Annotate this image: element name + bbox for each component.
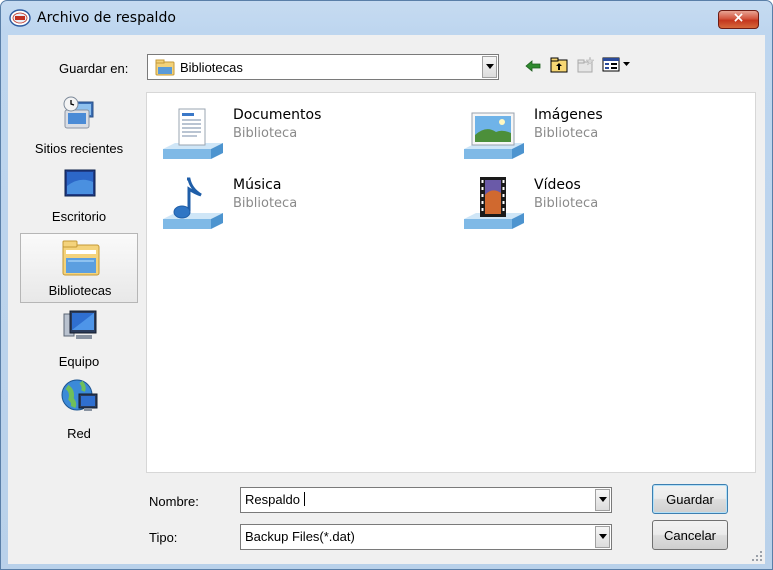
resize-grip-icon[interactable] [751,550,763,562]
chevron-down-icon[interactable] [595,526,610,548]
library-type: Biblioteca [233,126,298,141]
title-bar[interactable]: Archivo de respaldo × [1,1,772,35]
library-item[interactable]: Documentos Biblioteca [155,103,435,165]
place-label: Equipo [58,354,100,369]
place-desktop[interactable]: Escritorio [20,164,138,230]
library-item[interactable]: Música Biblioteca [155,173,435,235]
place-label: Sitios recientes [34,141,124,156]
place-network[interactable]: Red [20,375,138,445]
library-type: Biblioteca [534,196,599,211]
places-bar: Sitios recientes Escritorio Bibliotecas … [20,92,146,477]
library-type: Biblioteca [233,196,298,211]
desktop-icon [64,169,96,197]
file-type-dropdown[interactable]: Backup Files(*.dat) [240,524,612,550]
view-menu-icon[interactable] [602,57,632,72]
library-name: Documentos [233,107,322,123]
chevron-down-icon[interactable] [595,489,610,511]
save-in-label: Guardar en: [59,61,129,76]
recent-places-icon [63,96,94,129]
app-icon [9,9,31,27]
close-icon: × [732,10,745,26]
location-value: Bibliotecas [180,60,243,75]
library-name: Imágenes [534,107,603,123]
up-folder-icon[interactable] [550,57,568,73]
file-name-value: Respaldo [245,492,305,507]
videos-library-icon [464,177,524,229]
place-label: Red [67,426,91,441]
music-library-icon [163,177,223,229]
file-name-input[interactable]: Respaldo [240,487,612,513]
window-title: Archivo de respaldo [37,10,176,26]
place-recent[interactable]: Sitios recientes [20,92,138,162]
file-name-label: Nombre: [149,494,199,509]
place-libraries[interactable]: Bibliotecas [20,233,138,303]
pictures-library-icon [464,112,524,159]
documents-library-icon [163,108,223,159]
library-name: Vídeos [534,177,581,193]
place-computer[interactable]: Equipo [20,306,138,372]
file-list: Documentos Biblioteca Imágenes Bibliotec… [146,92,756,473]
file-type-label: Tipo: [149,530,178,545]
library-name: Música [233,177,282,193]
close-button[interactable]: × [718,10,759,29]
back-arrow-icon[interactable] [525,59,541,73]
libraries-small-icon [155,59,175,76]
file-type-value: Backup Files(*.dat) [245,529,355,544]
save-button[interactable]: Guardar [652,484,728,514]
cancel-button-label: Cancelar [663,528,717,543]
text-caret [303,492,305,506]
location-dropdown[interactable]: Bibliotecas [147,54,499,80]
save-button-label: Guardar [666,492,714,507]
place-label: Escritorio [51,209,107,224]
libraries-icon [62,240,100,276]
dialog-window: Archivo de respaldo × Guardar en: Biblio… [0,0,773,570]
place-label: Bibliotecas [48,283,112,298]
library-item[interactable]: Vídeos Biblioteca [456,173,736,235]
cancel-button[interactable]: Cancelar [652,520,728,550]
network-icon [61,379,98,411]
chevron-down-icon[interactable] [482,56,497,78]
computer-icon [63,310,97,339]
dialog-body: Guardar en: Bibliotecas Sitios recientes… [8,35,765,564]
library-item[interactable]: Imágenes Biblioteca [456,103,736,165]
library-type: Biblioteca [534,126,599,141]
new-folder-icon[interactable] [577,56,595,73]
